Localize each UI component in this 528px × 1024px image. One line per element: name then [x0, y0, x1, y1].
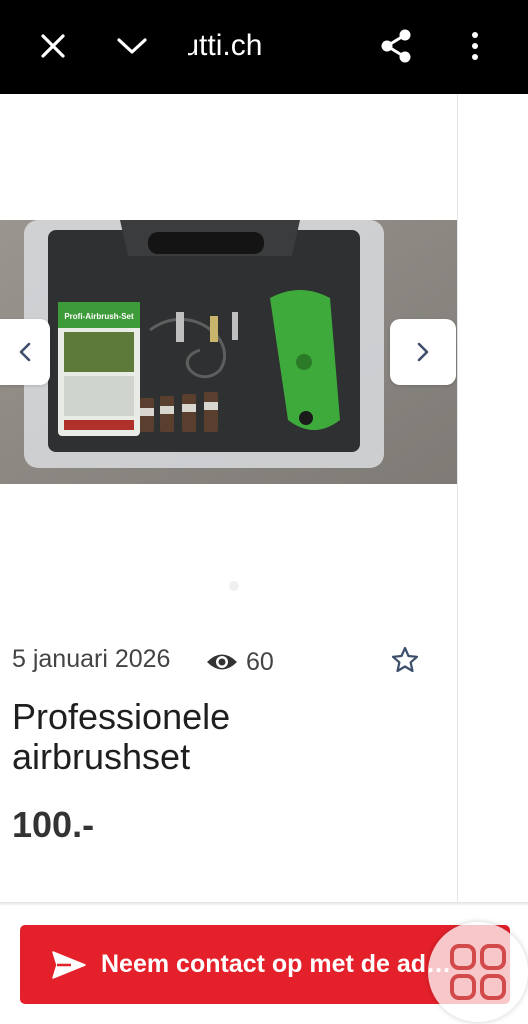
chevron-left-icon [18, 342, 32, 362]
listing-date: 5 januari 2026 [12, 645, 171, 673]
more-vertical-icon[interactable] [451, 22, 499, 70]
browser-toolbar: tutti.ch [0, 0, 528, 94]
carousel-prev-button[interactable] [0, 319, 50, 385]
url-text: tutti.ch [188, 29, 263, 62]
close-icon[interactable] [29, 22, 77, 70]
share-icon[interactable] [372, 22, 420, 70]
grid-apps-icon [446, 940, 510, 1004]
send-icon [51, 950, 87, 980]
chevron-down-icon[interactable] [108, 22, 156, 70]
package-title: Profi-Airbrush-Set [64, 312, 134, 321]
url-bar[interactable]: tutti.ch [188, 26, 348, 66]
divider [457, 94, 458, 904]
listing-title-line1: Professionele [12, 696, 231, 737]
listing-photo[interactable]: Profi-Airbrush-Set [0, 220, 457, 484]
listing-title: Professionele airbrushset [12, 697, 442, 777]
view-count: 60 [206, 645, 274, 679]
view-count-value: 60 [246, 647, 274, 676]
floating-apps-bubble[interactable] [428, 922, 528, 1022]
listing-title-line2: airbrushset [12, 736, 191, 777]
airbrush-set-photo: Profi-Airbrush-Set [0, 220, 457, 484]
listing-price: 100.- [12, 804, 95, 845]
contact-seller-label: Neem contact op met de adverteerder [101, 950, 463, 978]
carousel-indicator[interactable] [229, 581, 239, 591]
bottom-shadow [0, 902, 528, 906]
listing-page [0, 94, 457, 924]
favorite-star-icon[interactable] [390, 645, 420, 675]
chevron-right-icon [416, 342, 430, 362]
eye-icon [206, 651, 238, 673]
carousel-next-button[interactable] [390, 319, 456, 385]
